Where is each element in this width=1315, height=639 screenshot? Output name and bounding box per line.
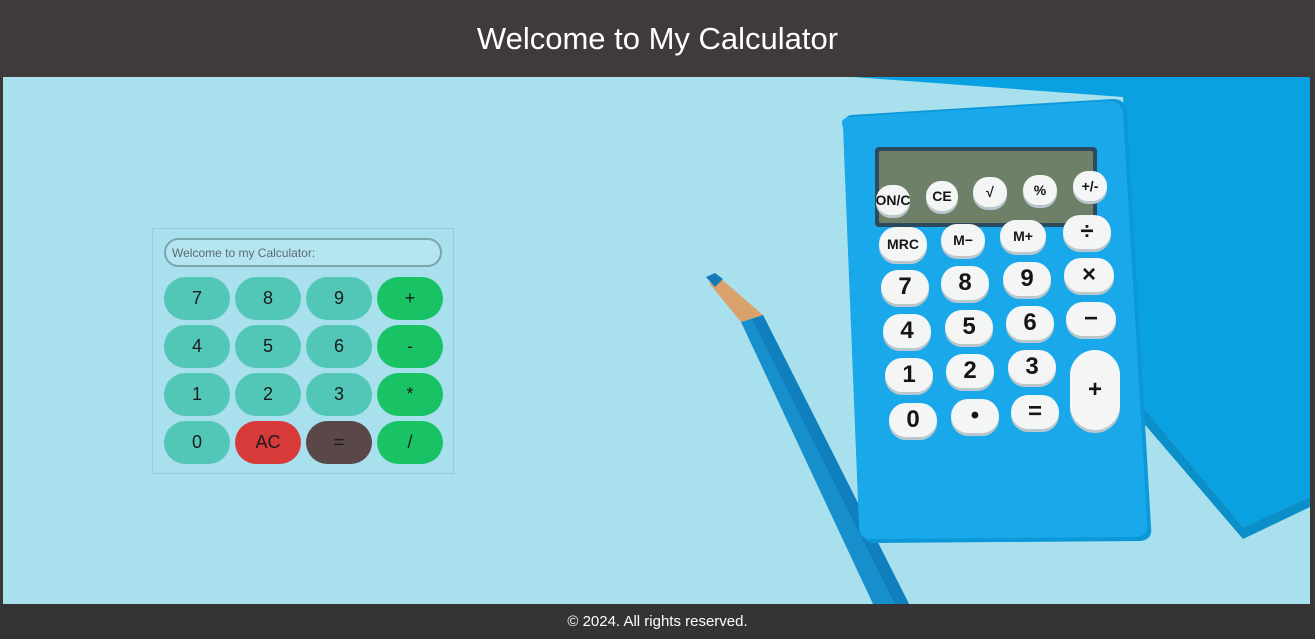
key-minus[interactable]: - — [377, 325, 443, 368]
footer-copyright: © 2024. All rights reserved. — [567, 613, 748, 630]
key-7[interactable]: 7 — [164, 277, 230, 320]
key-1[interactable]: 1 — [164, 373, 230, 416]
key-2[interactable]: 2 — [235, 373, 301, 416]
key-equals[interactable]: = — [306, 421, 372, 464]
photo-key: +/- — [1073, 171, 1107, 201]
photo-key: − — [1066, 302, 1116, 336]
key-6[interactable]: 6 — [306, 325, 372, 368]
photo-key: M+ — [1000, 220, 1046, 252]
key-divide[interactable]: / — [377, 421, 443, 464]
key-0[interactable]: 0 — [164, 421, 230, 464]
key-clear[interactable]: AC — [235, 421, 301, 464]
photo-key: 3 — [1008, 350, 1056, 384]
photo-key: 9 — [1003, 262, 1051, 296]
photo-key: × — [1064, 258, 1114, 292]
photo-key: √ — [973, 177, 1007, 207]
photo-key: ON/C — [876, 185, 911, 215]
photo-key: 1 — [885, 358, 933, 392]
key-3[interactable]: 3 — [306, 373, 372, 416]
photo-key: 2 — [946, 354, 994, 388]
page-footer: © 2024. All rights reserved. — [0, 604, 1315, 639]
photo-key: M− — [941, 224, 985, 256]
key-4[interactable]: 4 — [164, 325, 230, 368]
photo-key: 8 — [941, 266, 989, 300]
photo-key: • — [951, 399, 999, 433]
photo-key: + — [1070, 350, 1120, 430]
photo-key: 7 — [881, 270, 929, 304]
photo-key: 5 — [945, 310, 993, 344]
page-header: Welcome to My Calculator — [0, 0, 1315, 77]
photo-key: % — [1023, 175, 1057, 205]
page-title: Welcome to My Calculator — [476, 20, 839, 56]
key-9[interactable]: 9 — [306, 277, 372, 320]
photo-key: 6 — [1006, 306, 1054, 340]
photo-key: CE — [926, 181, 958, 211]
key-plus[interactable]: + — [377, 277, 443, 320]
photo-key: ÷ — [1063, 215, 1111, 249]
photo-key: 4 — [883, 314, 931, 348]
photo-key: MRC — [879, 227, 927, 261]
key-8[interactable]: 8 — [235, 277, 301, 320]
photo-key: 0 — [889, 403, 937, 437]
key-multiply[interactable]: * — [377, 373, 443, 416]
photo-key: = — [1011, 395, 1059, 429]
key-5[interactable]: 5 — [235, 325, 301, 368]
calculator-display[interactable] — [164, 238, 442, 267]
